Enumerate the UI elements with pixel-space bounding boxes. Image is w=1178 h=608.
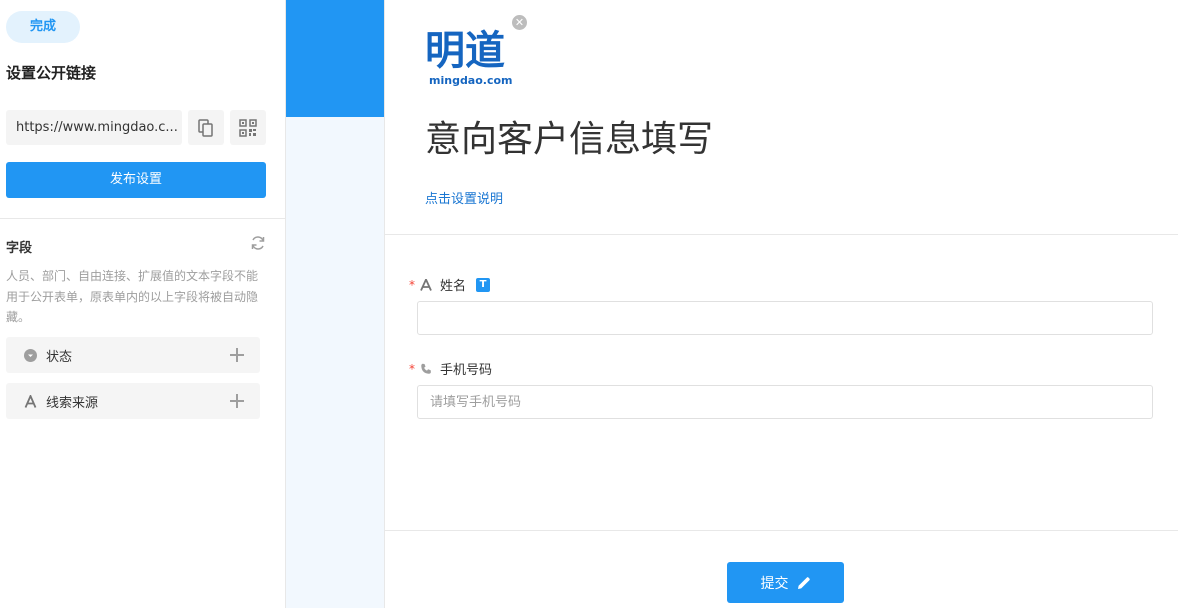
settings-panel: 完成 设置公开链接 https://www.mingdao.c... 发布设置 … <box>0 0 286 608</box>
theme-header-band <box>286 0 384 117</box>
hidden-field-item[interactable]: 线索来源 <box>6 383 260 419</box>
field-label: 手机号码 <box>440 363 493 378</box>
public-link-title: 设置公开链接 <box>6 64 97 82</box>
dropdown-circle-icon <box>22 347 38 363</box>
phone-icon <box>419 362 433 376</box>
divider <box>385 234 1178 235</box>
divider <box>385 530 1178 531</box>
hidden-field-label: 线索来源 <box>46 395 99 411</box>
done-button[interactable]: 完成 <box>6 11 80 43</box>
add-field-icon[interactable] <box>230 348 244 362</box>
fields-description: 人员、部门、自由连接、扩展值的文本字段不能用于公开表单，原表单内的以上字段将被自… <box>6 269 259 324</box>
field-label-phone: 手机号码 <box>419 359 492 378</box>
qrcode-icon <box>239 118 257 137</box>
field-label: 姓名 <box>440 279 467 294</box>
form-logo[interactable]: 明道 mingdao.com <box>425 28 513 88</box>
text-icon <box>419 278 433 292</box>
qrcode-button[interactable] <box>230 110 266 145</box>
refresh-icon[interactable] <box>250 235 266 251</box>
remove-logo-icon[interactable]: ✕ <box>512 15 527 30</box>
phone-input[interactable] <box>417 385 1153 419</box>
text-type-badge: T <box>476 277 491 292</box>
required-marker: * <box>409 362 415 376</box>
publish-settings-button[interactable]: 发布设置 <box>6 162 266 198</box>
submit-label: 提交 <box>760 575 789 592</box>
text-icon <box>22 393 38 409</box>
copy-icon <box>198 118 213 137</box>
fields-title: 字段 <box>6 241 33 256</box>
form-title[interactable]: 意向客户信息填写 <box>425 118 713 162</box>
description-link[interactable]: 点击设置说明 <box>425 188 503 207</box>
public-link-url[interactable]: https://www.mingdao.c... <box>6 110 182 145</box>
form-preview: 明道 mingdao.com ✕ 意向客户信息填写 点击设置说明 * 姓名 T … <box>384 0 1178 608</box>
edit-pencil-icon[interactable] <box>797 576 811 590</box>
hidden-field-item[interactable]: 状态 <box>6 337 260 373</box>
logo-text: 明道 <box>425 28 505 74</box>
divider <box>0 218 286 219</box>
submit-button[interactable]: 提交 <box>727 562 844 603</box>
copy-link-button[interactable] <box>188 110 224 145</box>
theme-strip <box>286 0 384 608</box>
name-input[interactable] <box>417 301 1153 335</box>
hidden-field-label: 状态 <box>46 349 73 365</box>
required-marker: * <box>409 278 415 292</box>
public-form-editor: 完成 设置公开链接 https://www.mingdao.c... 发布设置 … <box>0 0 1178 608</box>
add-field-icon[interactable] <box>230 394 244 408</box>
field-label-name: 姓名 T <box>419 275 491 294</box>
logo-domain: mingdao.com <box>429 74 513 87</box>
